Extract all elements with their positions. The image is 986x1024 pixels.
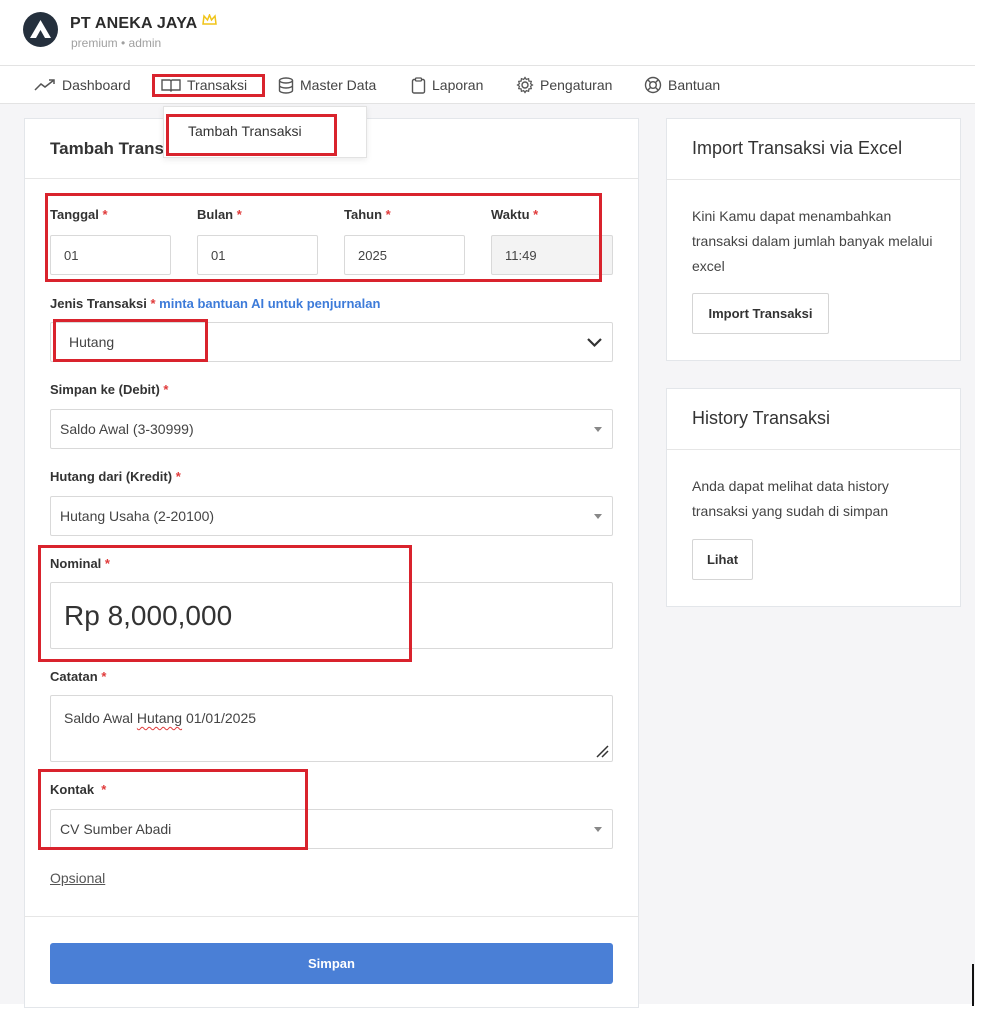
simpan-ke-value: Saldo Awal (3-30999) <box>60 421 194 437</box>
kontak-select[interactable]: CV Sumber Abadi <box>50 809 613 849</box>
lihat-button[interactable]: Lihat <box>692 539 753 580</box>
catatan-text-prefix: Saldo Awal <box>64 710 137 726</box>
simpan-ke-label: Simpan ke (Debit) * <box>50 382 169 397</box>
tahun-input[interactable]: 2025 <box>344 235 465 275</box>
nav-laporan-label: Laporan <box>432 77 484 93</box>
transaksi-dropdown-menu: Tambah Transaksi <box>163 106 367 158</box>
waktu-input[interactable]: 11:49 <box>491 235 613 275</box>
nominal-input[interactable]: Rp 8,000,000 <box>50 582 613 649</box>
simpan-ke-select[interactable]: Saldo Awal (3-30999) <box>50 409 613 449</box>
crown-icon <box>202 12 218 31</box>
catatan-textarea[interactable]: Saldo Awal Hutang 01/01/2025 <box>50 695 613 762</box>
hutang-dari-value: Hutang Usaha (2-20100) <box>60 508 215 524</box>
import-card-description: Kini Kamu dapat menambahkan transaksi da… <box>692 208 933 274</box>
nominal-label: Nominal * <box>50 556 110 571</box>
nav-transaksi-label: Transaksi <box>187 77 248 93</box>
caret-down-icon <box>594 427 602 432</box>
history-card-title: History Transaksi <box>692 408 831 428</box>
clipboard-icon <box>411 76 426 94</box>
caret-down-icon <box>594 827 602 832</box>
tanggal-input[interactable]: 01 <box>50 235 171 275</box>
nav-pengaturan-label: Pengaturan <box>540 77 613 93</box>
tanggal-label: Tanggal * <box>50 207 108 222</box>
main-nav: Dashboard Transaksi Master Data Laporan … <box>0 66 975 104</box>
nav-bantuan-label: Bantuan <box>668 77 721 93</box>
opsional-link[interactable]: Opsional <box>50 870 105 886</box>
hutang-dari-label: Hutang dari (Kredit) * <box>50 469 181 484</box>
top-bar: PT ANEKA JAYA premium • admin <box>0 0 975 66</box>
database-icon <box>278 76 294 94</box>
form-footer-divider <box>24 916 639 917</box>
nav-laporan[interactable]: Laporan <box>411 66 483 104</box>
nav-master-data[interactable]: Master Data <box>278 66 376 104</box>
nav-bantuan[interactable]: Bantuan <box>644 66 720 104</box>
nav-master-data-label: Master Data <box>300 77 377 93</box>
logo-icon[interactable] <box>23 12 58 47</box>
nav-pengaturan[interactable]: Pengaturan <box>516 66 612 104</box>
book-icon <box>161 79 181 92</box>
kontak-value: CV Sumber Abadi <box>60 821 172 837</box>
catatan-text-word: Hutang <box>136 710 183 726</box>
chevron-down-icon <box>587 338 602 348</box>
caret-down-icon <box>594 514 602 519</box>
jenis-transaksi-select[interactable]: Hutang <box>50 322 613 362</box>
company-name: PT ANEKA JAYA <box>70 12 218 33</box>
waktu-label: Waktu * <box>491 207 539 222</box>
simpan-button[interactable]: Simpan <box>50 943 613 984</box>
resize-handle-icon[interactable] <box>595 744 609 758</box>
ai-help-link[interactable]: minta bantuan AI untuk penjurnalan <box>159 296 380 311</box>
gear-icon <box>516 76 534 94</box>
edge-line <box>972 964 974 1006</box>
bulan-label: Bulan * <box>197 207 242 222</box>
nav-dashboard-label: Dashboard <box>62 77 131 93</box>
company-subtitle: premium • admin <box>71 36 162 50</box>
catatan-label: Catatan * <box>50 669 107 684</box>
kontak-label: Kontak * <box>50 782 107 797</box>
jenis-transaksi-value: Hutang <box>69 334 115 350</box>
catatan-text-suffix: 01/01/2025 <box>182 710 257 726</box>
menu-item-tambah-transaksi[interactable]: Tambah Transaksi <box>188 123 302 139</box>
jenis-transaksi-label: Jenis Transaksi * minta bantuan AI untuk… <box>50 296 381 311</box>
nav-dashboard[interactable]: Dashboard <box>34 66 131 104</box>
import-transaksi-button[interactable]: Import Transaksi <box>692 293 829 334</box>
chart-line-icon <box>34 79 55 91</box>
bulan-input[interactable]: 01 <box>197 235 318 275</box>
lifebuoy-icon <box>644 76 662 94</box>
history-card-description: Anda dapat melihat data history transaks… <box>692 478 889 519</box>
import-card-title: Import Transaksi via Excel <box>692 138 903 158</box>
nav-transaksi[interactable]: Transaksi <box>161 66 247 104</box>
hutang-dari-select[interactable]: Hutang Usaha (2-20100) <box>50 496 613 536</box>
tahun-label: Tahun * <box>344 207 391 222</box>
